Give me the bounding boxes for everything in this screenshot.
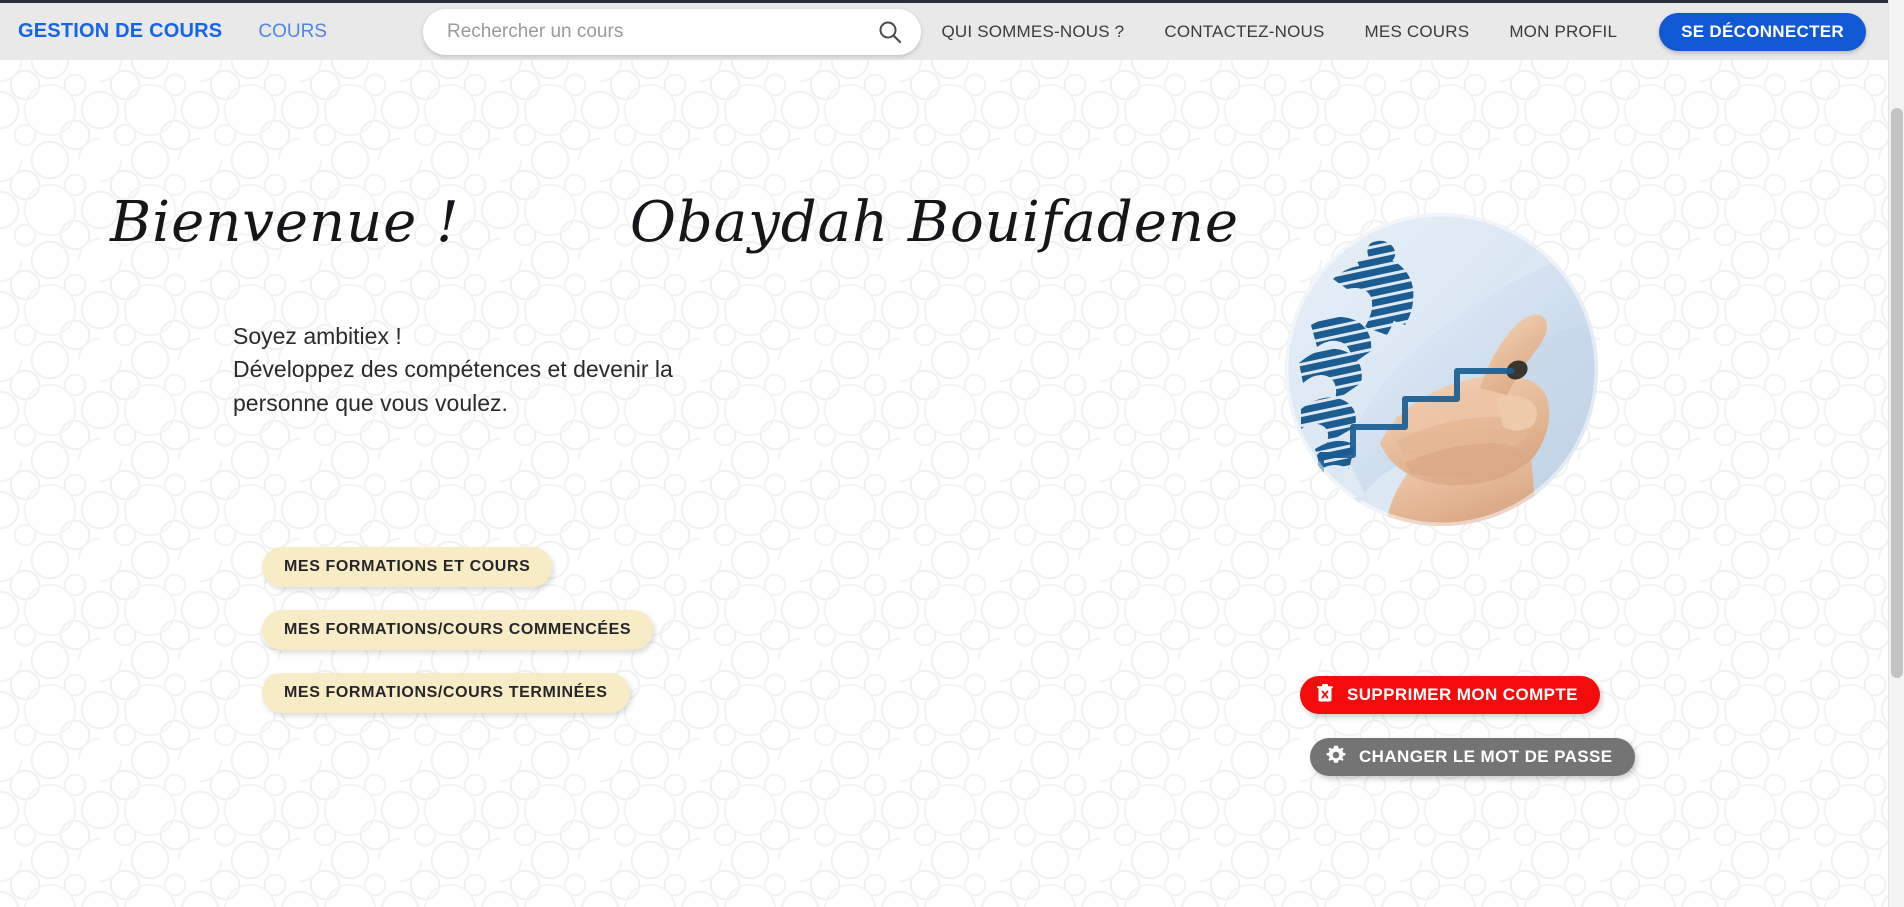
change-password-button[interactable]: CHANGER LE MOT DE PASSE — [1310, 738, 1635, 776]
tagline-line-2: Développez des compétences et devenir la — [233, 356, 673, 383]
delete-account-label: SUPPRIMER MON COMPTE — [1347, 685, 1578, 704]
logout-button[interactable]: SE DÉCONNECTER — [1659, 12, 1866, 51]
pill-mes-formations-et-cours[interactable]: MES FORMATIONS ET COURS — [262, 547, 553, 587]
search-icon[interactable] — [873, 15, 907, 49]
nav-link-qui-sommes-nous[interactable]: QUI SOMMES-NOUS ? — [921, 22, 1144, 42]
welcome-greeting: Bienvenue ! — [110, 190, 460, 255]
page-scrollbar[interactable] — [1888, 0, 1904, 907]
delete-account-button[interactable]: SUPPRIMER MON COMPTE — [1300, 676, 1600, 714]
pill-mes-formations-cours-commencees[interactable]: MES FORMATIONS/COURS COMMENCÉES — [262, 610, 654, 650]
nav-link-mes-cours[interactable]: MES COURS — [1345, 22, 1490, 42]
gear-icon — [1326, 745, 1346, 770]
change-password-label: CHANGER LE MOT DE PASSE — [1359, 747, 1613, 766]
tagline-line-3: personne que vous voulez. — [233, 389, 508, 416]
search-bar — [422, 8, 922, 55]
nav-link-contactez-nous[interactable]: CONTACTEZ-NOUS — [1144, 22, 1344, 42]
scrollbar-thumb[interactable] — [1891, 108, 1903, 678]
account-actions: SUPPRIMER MON COMPTE CHANGER LE MOT DE P… — [1300, 676, 1635, 776]
welcome-heading: Bienvenue ! Obaydah Bouifadene — [110, 190, 1238, 300]
pill-mes-formations-cours-terminees[interactable]: MES FORMATIONS/COURS TERMINÉES — [262, 673, 630, 713]
nav-link-cours[interactable]: COURS — [258, 21, 327, 43]
nav-link-mon-profil[interactable]: MON PROFIL — [1489, 22, 1637, 42]
tagline-line-1: Soyez ambitiex ! — [233, 323, 402, 349]
navbar-right-links: QUI SOMMES-NOUS ? CONTACTEZ-NOUS MES COU… — [921, 12, 1888, 51]
hero-photo — [1285, 213, 1598, 526]
hero-section: Bienvenue ! Obaydah Bouifadene Soyez amb… — [0, 60, 1888, 907]
search-input[interactable] — [422, 8, 922, 55]
user-name: Obaydah Bouifadene — [630, 190, 1240, 255]
tagline: Soyez ambitiex ! Développez des compéten… — [233, 320, 673, 420]
brand-logo[interactable]: GESTION DE COURS — [18, 20, 222, 43]
trash-icon — [1316, 683, 1334, 708]
course-filter-buttons: MES FORMATIONS ET COURS MES FORMATIONS/C… — [262, 547, 654, 736]
top-navbar: GESTION DE COURS COURS QUI SOMMES-NOUS ?… — [0, 0, 1888, 60]
